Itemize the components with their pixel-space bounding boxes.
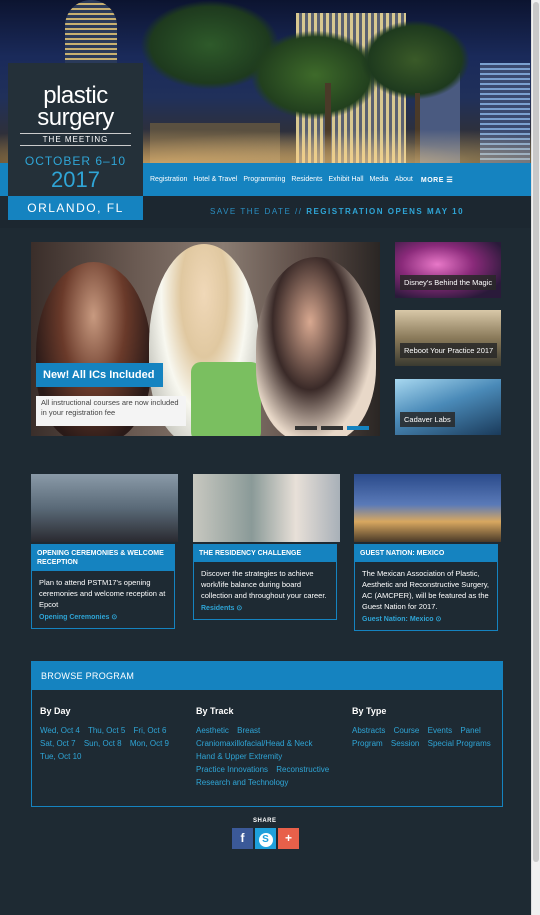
- card-residency-body: Discover the strategies to achieve work/…: [201, 569, 327, 600]
- card-opening-heading: OPENING CEREMONIES & WELCOME RECEPTION: [32, 545, 174, 571]
- logo-tagline: THE MEETING: [20, 133, 131, 146]
- scrollbar-thumb[interactable]: [533, 2, 539, 862]
- track-link[interactable]: Aesthetic: [196, 726, 229, 735]
- card-residency-link[interactable]: Residents ⊙: [194, 604, 336, 619]
- thumb-disney-label: Disney's Behind the Magic: [400, 275, 497, 290]
- logo-underlay: [0, 220, 143, 228]
- type-link[interactable]: Session: [391, 739, 419, 748]
- registration-opens-link[interactable]: REGISTRATION OPENS MAY 10: [306, 207, 464, 216]
- nav-programming[interactable]: Programming: [243, 176, 285, 183]
- day-link[interactable]: Sun, Oct 8: [84, 739, 122, 748]
- thumb-disney[interactable]: Disney's Behind the Magic: [395, 242, 501, 298]
- nav-bar-left-strip: [0, 163, 8, 196]
- card-opening-body: Plan to attend PSTM17's opening ceremoni…: [39, 578, 166, 609]
- slider-dot-3[interactable]: [347, 426, 369, 430]
- event-year: 2017: [51, 167, 100, 192]
- page-scrollbar[interactable]: [531, 0, 540, 915]
- slider-dot-2[interactable]: [321, 426, 343, 430]
- type-link[interactable]: Abstracts: [352, 726, 385, 735]
- skype-icon: S: [258, 833, 273, 847]
- type-link[interactable]: Special Programs: [428, 739, 491, 748]
- card-residency-image: [193, 474, 340, 542]
- logo-line-2: surgery: [37, 104, 114, 131]
- card-opening-link[interactable]: Opening Ceremonies ⊙: [32, 613, 174, 628]
- nav-hotel-travel[interactable]: Hotel & Travel: [193, 176, 237, 183]
- slider-dot-1[interactable]: [295, 426, 317, 430]
- slide-description: All instructional courses are now includ…: [36, 396, 186, 426]
- nav-registration[interactable]: Registration: [150, 176, 187, 183]
- thumb-reboot-practice[interactable]: Reboot Your Practice 2017: [395, 310, 501, 366]
- card-residency-heading: THE RESIDENCY CHALLENGE: [194, 545, 336, 562]
- track-link[interactable]: Breast: [237, 726, 260, 735]
- facebook-share-button[interactable]: f: [232, 828, 253, 849]
- nav-about[interactable]: About: [395, 176, 413, 183]
- slider-pagination: [295, 426, 369, 430]
- day-link[interactable]: Mon, Oct 9: [130, 739, 169, 748]
- card-guest-nation-heading: GUEST NATION: MEXICO: [355, 545, 497, 562]
- main-nav: Registration Hotel & Travel Programming …: [143, 163, 531, 196]
- track-link[interactable]: Practice Innovations: [196, 765, 268, 774]
- track-link[interactable]: Reconstructive: [276, 765, 329, 774]
- browse-by-type: By Type Abstracts Course Events Panel Pr…: [352, 706, 500, 750]
- skype-share-button[interactable]: S: [255, 828, 276, 849]
- by-day-heading: By Day: [40, 706, 71, 716]
- by-track-heading: By Track: [196, 706, 234, 716]
- type-link[interactable]: Events: [428, 726, 452, 735]
- slide-title[interactable]: New! All ICs Included: [36, 363, 163, 387]
- day-link[interactable]: Tue, Oct 10: [40, 752, 82, 761]
- more-share-button[interactable]: +: [278, 828, 299, 849]
- type-link[interactable]: Panel: [460, 726, 480, 735]
- nav-exhibit-hall[interactable]: Exhibit Hall: [328, 176, 363, 183]
- browse-by-track: By Track Aesthetic Breast Craniomaxillof…: [196, 706, 346, 789]
- save-the-date-text: SAVE THE DATE //: [209, 207, 303, 216]
- day-link[interactable]: Thu, Oct 5: [88, 726, 125, 735]
- day-link[interactable]: Sat, Oct 7: [40, 739, 76, 748]
- thumb-cadaver-labs[interactable]: Cadaver Labs: [395, 379, 501, 435]
- save-the-date-bar: SAVE THE DATE // REGISTRATION OPENS MAY …: [143, 196, 531, 228]
- event-dates: OCTOBER 6–10: [24, 154, 127, 168]
- event-logo[interactable]: plastic surgery THE MEETING OCTOBER 6–10…: [8, 63, 143, 196]
- type-link[interactable]: Course: [394, 726, 420, 735]
- event-city: ORLANDO, FL: [8, 196, 143, 220]
- by-type-heading: By Type: [352, 706, 387, 716]
- card-guest-nation-image: [354, 474, 501, 542]
- plus-icon: +: [284, 831, 292, 845]
- browse-program: BROWSE PROGRAM By Day Wed, Oct 4 Thu, Oc…: [31, 661, 503, 807]
- facebook-icon: f: [240, 831, 245, 845]
- track-link[interactable]: Craniomaxillofacial/Head & Neck: [196, 739, 313, 748]
- browse-program-title: BROWSE PROGRAM: [32, 662, 502, 690]
- track-link[interactable]: Hand & Upper Extremity: [196, 752, 282, 761]
- day-link[interactable]: Fri, Oct 6: [134, 726, 167, 735]
- thumb-cadaver-label: Cadaver Labs: [400, 412, 455, 427]
- share-label: SHARE: [253, 818, 277, 824]
- track-link[interactable]: Research and Technology: [196, 778, 288, 787]
- type-link[interactable]: Program: [352, 739, 383, 748]
- browse-by-day: By Day Wed, Oct 4 Thu, Oct 5 Fri, Oct 6 …: [40, 706, 190, 763]
- card-opening-image: [31, 474, 178, 542]
- thumb-reboot-label: Reboot Your Practice 2017: [400, 343, 498, 358]
- day-link[interactable]: Wed, Oct 4: [40, 726, 80, 735]
- card-guest-nation-link[interactable]: Guest Nation: Mexico ⊙: [355, 615, 497, 630]
- nav-media[interactable]: Media: [370, 176, 389, 183]
- nav-more-menu[interactable]: MORE ☰: [421, 176, 453, 184]
- card-guest-nation-body: The Mexican Association of Plastic, Aest…: [362, 569, 490, 611]
- nav-residents[interactable]: Residents: [291, 176, 322, 183]
